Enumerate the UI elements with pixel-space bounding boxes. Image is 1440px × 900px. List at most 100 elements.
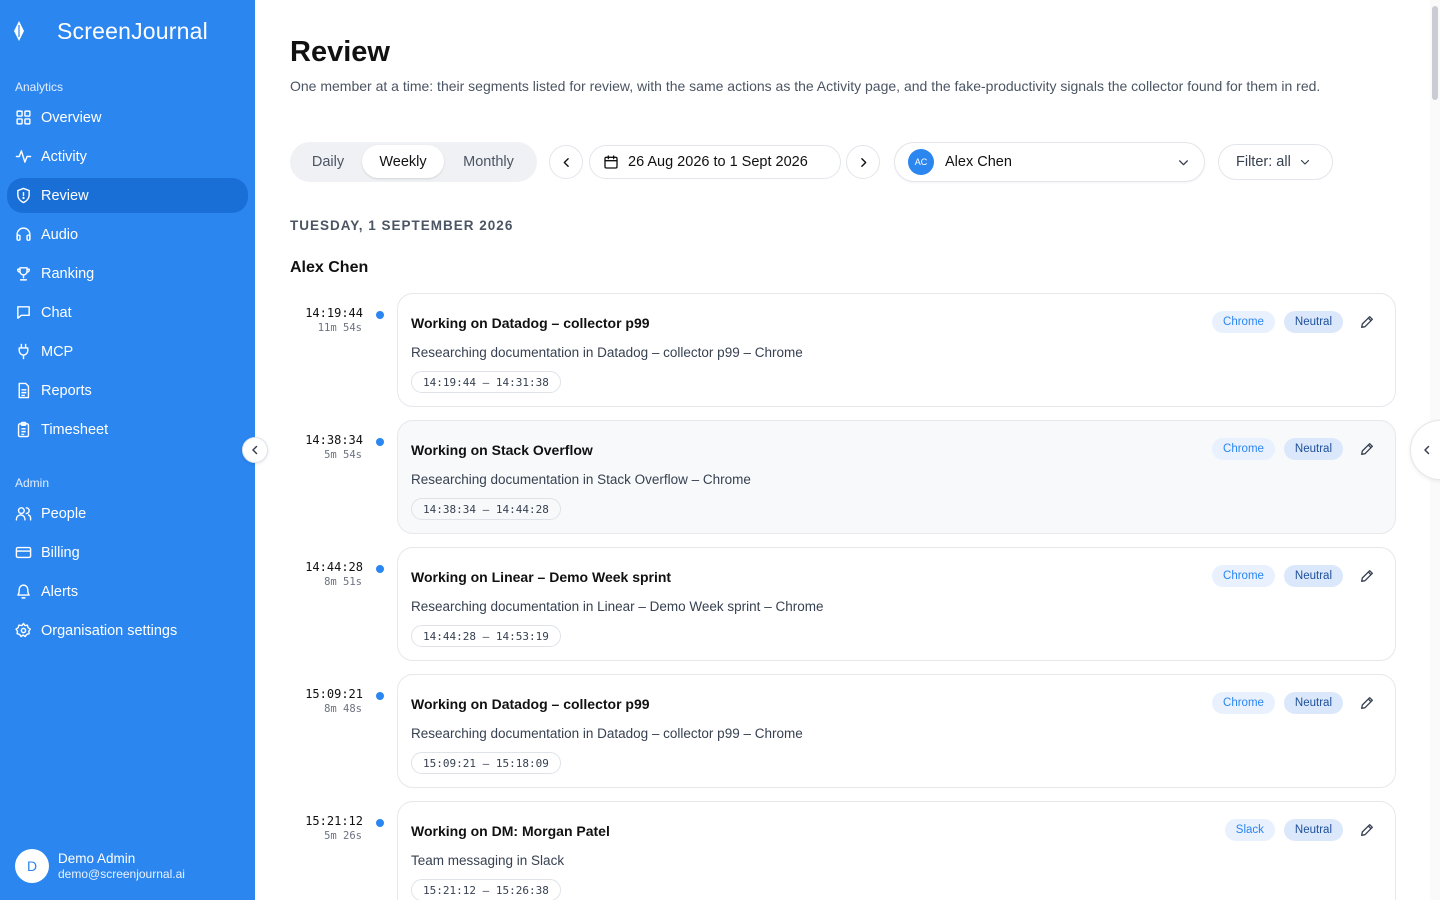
period-monthly-button[interactable]: Monthly <box>446 145 531 178</box>
pencil-icon[interactable] <box>1359 568 1375 584</box>
segment-subtitle: Researching documentation in Datadog – c… <box>411 345 803 360</box>
sidebar-item-ranking[interactable]: Ranking <box>7 256 248 291</box>
period-daily-button[interactable]: Daily <box>296 145 360 178</box>
logo-icon <box>12 20 26 42</box>
trophy-icon <box>17 267 30 281</box>
scrollbar-thumb[interactable] <box>1432 6 1438 100</box>
segment-tags: Chrome Neutral <box>1203 438 1343 460</box>
toolbar: Daily Weekly Monthly 26 Aug 2026 to 1 Se… <box>290 142 1397 182</box>
filter-dropdown[interactable]: Filter: all <box>1218 144 1333 180</box>
segment-duration: 5m 26s <box>324 830 362 842</box>
category-badge[interactable]: Neutral <box>1283 311 1343 333</box>
analytics-section-label: Analytics <box>15 80 64 94</box>
pencil-icon[interactable] <box>1359 441 1375 457</box>
page-description: One member at a time: their segments lis… <box>290 78 1321 94</box>
timeline-item: 14:44:28 8m 51s Working on Linear – Demo… <box>290 547 1397 661</box>
chevron-left-icon <box>252 445 258 455</box>
category-badge[interactable]: Neutral <box>1283 819 1343 841</box>
chevron-down-icon <box>1179 160 1188 166</box>
sidebar-item-overview[interactable]: Overview <box>7 100 248 135</box>
segment-start-time: 14:44:28 <box>305 560 363 574</box>
sidebar-item-label: Audio <box>41 226 79 243</box>
category-badge[interactable]: Neutral <box>1283 565 1343 587</box>
segment-card[interactable]: Working on Stack Overflow Researching do… <box>397 420 1396 534</box>
sidebar-item-reports[interactable]: Reports <box>7 373 248 408</box>
app-badge: Chrome <box>1212 692 1275 714</box>
brand[interactable]: ScreenJournal <box>0 0 255 62</box>
sidebar-item-mcp[interactable]: MCP <box>7 334 248 369</box>
next-period-button[interactable] <box>846 145 880 179</box>
segment-card[interactable]: Working on Datadog – collector p99 Resea… <box>397 293 1396 407</box>
filter-label: Filter: all <box>1236 154 1291 170</box>
user-profile[interactable]: D Demo Admin demo@screenjournal.ai <box>15 849 185 883</box>
sidebar-item-review[interactable]: Review <box>7 178 248 213</box>
segment-duration: 5m 54s <box>324 449 362 461</box>
segment-start-time: 15:09:21 <box>305 687 363 701</box>
pencil-icon[interactable] <box>1359 695 1375 711</box>
segment-title: Working on Stack Overflow <box>411 442 593 458</box>
category-badge[interactable]: Neutral <box>1283 438 1343 460</box>
member-heading: Alex Chen <box>290 259 369 276</box>
analytics-nav: Overview Activity Review Audio Ranking C… <box>0 100 255 447</box>
sidebar: ScreenJournal Analytics Overview Activit… <box>0 0 255 900</box>
segment-time-range: 14:38:34 – 14:44:28 <box>411 498 561 520</box>
segment-title: Working on Datadog – collector p99 <box>411 315 650 331</box>
admin-section-label: Admin <box>15 476 50 490</box>
pencil-icon[interactable] <box>1359 314 1375 330</box>
app-badge: Chrome <box>1212 565 1275 587</box>
member-select[interactable]: AC Alex Chen <box>894 142 1205 182</box>
sidebar-item-people[interactable]: People <box>7 496 248 531</box>
segment-time-range: 15:21:12 – 15:26:38 <box>411 879 561 900</box>
bell-icon <box>17 584 30 599</box>
day-header: TUESDAY, 1 SEPTEMBER 2026 <box>290 218 514 233</box>
open-right-panel-button[interactable] <box>1410 420 1440 480</box>
segment-card[interactable]: Working on DM: Morgan Patel Team messagi… <box>397 801 1396 900</box>
segment-duration: 8m 48s <box>324 703 362 715</box>
sidebar-item-label: Billing <box>41 544 80 561</box>
collapse-sidebar-button[interactable] <box>242 437 268 463</box>
segment-subtitle: Team messaging in Slack <box>411 853 565 868</box>
avatar: D <box>15 849 49 883</box>
timeline-dot <box>376 565 384 573</box>
sidebar-item-label: Activity <box>41 148 87 165</box>
segment-card[interactable]: Working on Datadog – collector p99 Resea… <box>397 674 1396 788</box>
timeline-item: 15:21:12 5m 26s Working on DM: Morgan Pa… <box>290 801 1397 900</box>
users-icon <box>15 507 32 521</box>
timeline-item: 14:19:44 11m 54s Working on Datadog – co… <box>290 293 1397 407</box>
segment-title: Working on Datadog – collector p99 <box>411 696 650 712</box>
sidebar-item-chat[interactable]: Chat <box>7 295 248 330</box>
segment-tags: Chrome Neutral <box>1203 692 1343 714</box>
segment-tags: Chrome Neutral <box>1203 565 1343 587</box>
member-avatar: AC <box>908 149 934 175</box>
shield-icon <box>17 187 30 204</box>
pencil-icon[interactable] <box>1359 822 1375 838</box>
sidebar-item-audio[interactable]: Audio <box>7 217 248 252</box>
segment-time-range: 14:44:28 – 14:53:19 <box>411 625 561 647</box>
segment-subtitle: Researching documentation in Datadog – c… <box>411 726 803 741</box>
sidebar-item-activity[interactable]: Activity <box>7 139 248 174</box>
calendar-icon <box>604 155 618 169</box>
sidebar-item-billing[interactable]: Billing <box>7 535 248 570</box>
period-weekly-button[interactable]: Weekly <box>362 145 444 178</box>
sidebar-item-label: Reports <box>41 382 92 399</box>
segment-tags: Chrome Neutral <box>1203 311 1343 333</box>
timeline-dot <box>376 311 384 319</box>
category-badge[interactable]: Neutral <box>1283 692 1343 714</box>
previous-period-button[interactable] <box>549 145 583 179</box>
period-selector: Daily Weekly Monthly <box>290 142 537 182</box>
sidebar-item-timesheet[interactable]: Timesheet <box>7 412 248 447</box>
segment-subtitle: Researching documentation in Linear – De… <box>411 599 824 614</box>
date-range-picker[interactable]: 26 Aug 2026 to 1 Sept 2026 <box>589 145 841 179</box>
timeline-dot <box>376 692 384 700</box>
segment-card[interactable]: Working on Linear – Demo Week sprint Res… <box>397 547 1396 661</box>
user-email: demo@screenjournal.ai <box>58 867 185 881</box>
segment-title: Working on Linear – Demo Week sprint <box>411 569 672 585</box>
sidebar-item-organisation-settings[interactable]: Organisation settings <box>7 613 248 648</box>
app-badge: Chrome <box>1212 311 1275 333</box>
sidebar-item-label: Timesheet <box>41 421 109 438</box>
chevron-right-icon <box>860 157 866 167</box>
headphones-icon <box>16 227 31 241</box>
credit-card-icon <box>15 546 32 559</box>
segment-tags: Slack Neutral <box>1216 819 1343 841</box>
sidebar-item-alerts[interactable]: Alerts <box>7 574 248 609</box>
